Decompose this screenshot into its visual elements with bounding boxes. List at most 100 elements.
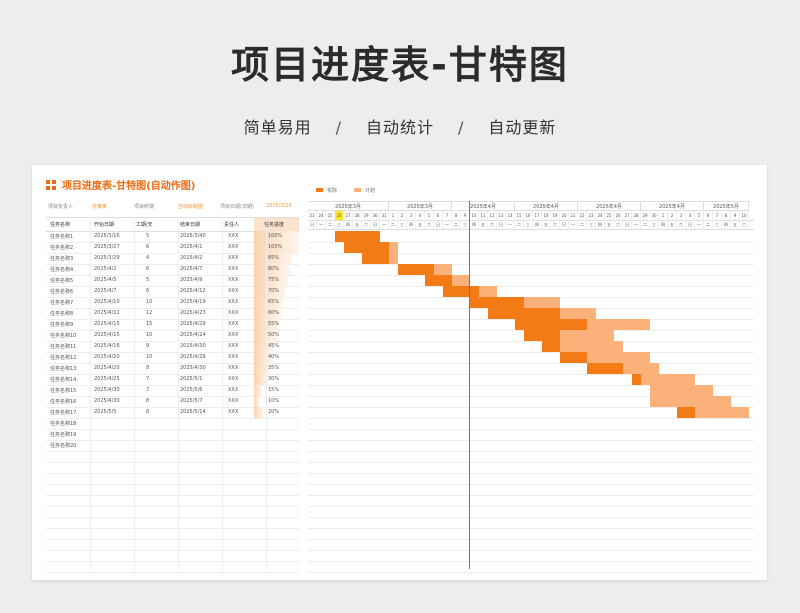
task-progress-text: 20%: [268, 409, 280, 415]
task-start: 2025/4/20: [94, 365, 120, 371]
gantt-bar-actual[interactable]: [524, 330, 560, 341]
task-duration: 5: [146, 233, 150, 239]
info-value-date[interactable]: 2025/3/26: [266, 203, 292, 209]
task-owner: XXX: [228, 255, 239, 261]
gantt-bar-plan[interactable]: [434, 264, 452, 275]
gantt-day-cell: 11: [479, 211, 488, 220]
task-end: 2025/4/30: [180, 365, 206, 371]
gantt-bar-actual[interactable]: [587, 363, 623, 374]
task-start: 2025/4/15: [94, 321, 120, 327]
table-row[interactable]: [46, 561, 299, 573]
subtitle-auto-stats: 自动统计: [365, 118, 434, 137]
gantt-bar-actual[interactable]: [398, 264, 434, 275]
gantt-bar-plan[interactable]: [650, 396, 731, 407]
task-end: 2025/4/24: [180, 332, 206, 338]
gantt-bar-actual[interactable]: [488, 308, 560, 319]
gantt-day-cell: 14: [506, 211, 515, 220]
gantt-weekday-cell: 四: [659, 220, 668, 229]
gantt-bar-actual[interactable]: [515, 319, 587, 330]
gantt-bar-actual[interactable]: [443, 286, 479, 297]
legend-plan: 计划: [354, 187, 375, 194]
gantt-bar-actual[interactable]: [362, 253, 389, 264]
gantt-bar-plan[interactable]: [650, 385, 713, 396]
task-duration: 7: [146, 387, 150, 393]
task-name: 任务名称15: [50, 388, 77, 394]
gantt-day-cell: 24: [317, 211, 326, 220]
gantt-bar-actual[interactable]: [335, 231, 380, 242]
gantt-bar-actual[interactable]: [677, 407, 695, 418]
task-duration: 6: [146, 288, 150, 294]
gantt-bar-plan[interactable]: [560, 308, 596, 319]
gantt-day-cell: 21: [569, 211, 578, 220]
col-start-date: 开始日期: [94, 222, 115, 228]
task-name: 任务名称20: [50, 443, 77, 449]
subtitle-sep: /: [335, 118, 342, 137]
gantt-weekday-cell: 日: [308, 220, 317, 229]
task-owner: XXX: [228, 365, 239, 371]
gantt-bar-actual[interactable]: [425, 275, 452, 286]
gantt-day-cell: 8: [452, 211, 461, 220]
gantt-bar-plan[interactable]: [389, 253, 398, 264]
gantt-bar-plan[interactable]: [479, 286, 497, 297]
task-start: 2025/4/12: [94, 310, 120, 316]
info-label-date: 项目日期(日期): [220, 204, 254, 210]
task-name: 任务名称10: [50, 333, 77, 339]
gantt-bar-plan[interactable]: [641, 374, 695, 385]
gantt-bar-plan[interactable]: [695, 407, 749, 418]
info-value-terminal[interactable]: 自动绘制图: [178, 203, 203, 210]
subtitle-easy: 简单易用: [243, 118, 312, 137]
gantt-day-cell: 18: [542, 211, 551, 220]
gantt-weekday-cell: 日: [686, 220, 695, 229]
gantt-weekday-cell: 日: [434, 220, 443, 229]
task-progress-text: 50%: [268, 332, 280, 338]
gantt-day-cell: 4: [686, 211, 695, 220]
gantt-weekday-cell: 日: [497, 220, 506, 229]
gantt-weekday-cell: 三: [524, 220, 533, 229]
gantt-weekday-cell: 三: [398, 220, 407, 229]
gantt-bar-actual[interactable]: [560, 352, 587, 363]
info-value-owner[interactable]: 张某某: [92, 203, 107, 210]
gantt-day-cell: 9: [731, 211, 740, 220]
gantt-weekday-cell: 三: [335, 220, 344, 229]
gantt-bar-plan[interactable]: [587, 352, 650, 363]
gantt-day-cell: 26: [614, 211, 623, 220]
gantt-day-cell: 24: [596, 211, 605, 220]
task-end: 2025/4/9: [180, 277, 203, 283]
gantt-weekday-cell: 五: [605, 220, 614, 229]
task-duration: 5: [146, 277, 150, 283]
gantt-weekday-cell: 五: [731, 220, 740, 229]
gantt-day-cell: 22: [578, 211, 587, 220]
task-owner: XXX: [228, 332, 239, 338]
task-owner: XXX: [228, 409, 239, 415]
gantt-bar-plan[interactable]: [452, 275, 470, 286]
gantt-bar-plan[interactable]: [560, 341, 623, 352]
task-progress-text: 100%: [268, 244, 283, 250]
gantt-day-cell: 26: [335, 211, 344, 220]
gantt-weekday-cell: 一: [695, 220, 704, 229]
gantt-weekday-cell: 六: [551, 220, 560, 229]
gantt-month-label: 2025年4月: [641, 201, 704, 211]
task-owner: XXX: [228, 398, 239, 404]
task-progress-text: 35%: [268, 365, 280, 371]
task-owner: XXX: [228, 310, 239, 316]
gantt-bar-plan[interactable]: [587, 319, 650, 330]
gantt-bar-actual[interactable]: [344, 242, 389, 253]
gantt-day-cell: 15: [515, 211, 524, 220]
task-progress-text: 30%: [268, 376, 280, 382]
gantt-bar-plan[interactable]: [623, 363, 659, 374]
gantt-day-cell: 19: [551, 211, 560, 220]
gantt-bar-actual[interactable]: [542, 341, 560, 352]
gantt-weekday-cell: 二: [515, 220, 524, 229]
task-end: 2025/4/29: [180, 321, 206, 327]
task-duration: 7: [146, 376, 150, 382]
gantt-bar-plan[interactable]: [389, 242, 398, 253]
gantt-bar-actual[interactable]: [632, 374, 641, 385]
gantt-bar-actual[interactable]: [470, 297, 524, 308]
task-end: 2025/4/23: [180, 310, 206, 316]
gantt-bar-plan[interactable]: [560, 330, 614, 341]
col-owner: 责任人: [224, 222, 240, 228]
task-start: 2025/4/30: [94, 398, 120, 404]
gantt-bar-plan[interactable]: [524, 297, 560, 308]
gantt-weekday-cell: 一: [632, 220, 641, 229]
task-end: 2025/5/6: [180, 387, 203, 393]
